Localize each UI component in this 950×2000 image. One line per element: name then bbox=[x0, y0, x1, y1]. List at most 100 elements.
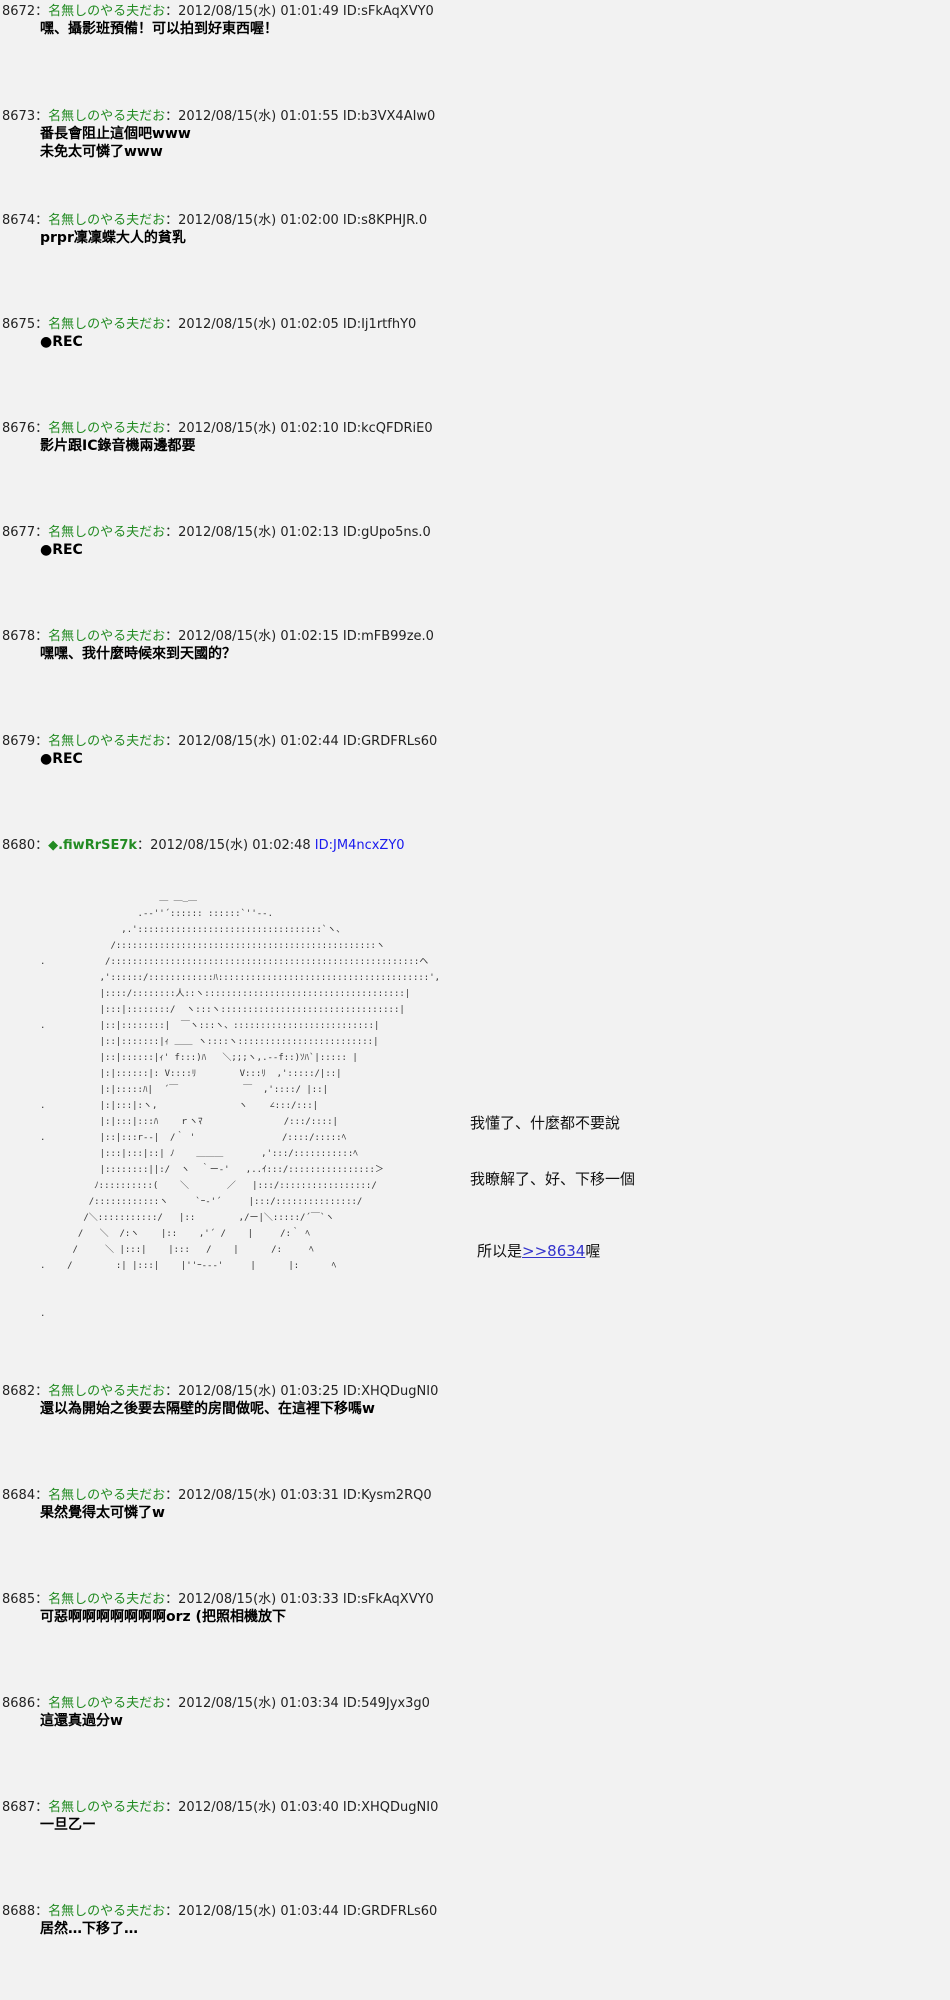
post-header: 8674：名無しのやる夫だお：2012/08/15(水) 01:02:00 ID… bbox=[2, 209, 427, 228]
poster-name[interactable]: 名無しのやる夫だお bbox=[48, 629, 165, 644]
poster-id[interactable]: ID:GRDFRLs60 bbox=[343, 734, 437, 749]
post-header: 8676：名無しのやる夫だお：2012/08/15(水) 01:02:10 ID… bbox=[2, 417, 433, 436]
post-separator: ： bbox=[165, 525, 179, 540]
post-number[interactable]: 8672 bbox=[2, 4, 35, 19]
post-number[interactable]: 8678 bbox=[2, 629, 35, 644]
poster-id[interactable]: ID:GRDFRLs60 bbox=[343, 1904, 437, 1919]
poster-name[interactable]: 名無しのやる夫だお bbox=[48, 213, 165, 228]
poster-name[interactable]: 名無しのやる夫だお bbox=[48, 109, 165, 124]
post-separator: ： bbox=[35, 1696, 49, 1711]
post-separator: ： bbox=[165, 1696, 179, 1711]
post-body: 可惡啊啊啊啊啊啊啊orz (把照相機放下 bbox=[40, 1609, 286, 1625]
post-number[interactable]: 8684 bbox=[2, 1488, 35, 1503]
post-separator: ： bbox=[165, 1488, 179, 1503]
post-separator: ： bbox=[35, 213, 49, 228]
post-datetime: 2012/08/15(水) 01:03:40 bbox=[178, 1800, 339, 1815]
post-datetime: 2012/08/15(水) 01:03:33 bbox=[178, 1592, 339, 1607]
post-datetime: 2012/08/15(水) 01:03:44 bbox=[178, 1904, 339, 1919]
post-body: 一旦乙ー bbox=[40, 1817, 96, 1833]
post-number[interactable]: 8686 bbox=[2, 1696, 35, 1711]
post-datetime: 2012/08/15(水) 01:02:00 bbox=[178, 213, 339, 228]
reply-anchor-link[interactable]: >>8634 bbox=[522, 1242, 585, 1260]
poster-name[interactable]: 名無しのやる夫だお bbox=[48, 734, 165, 749]
poster-name[interactable]: 名無しのやる夫だお bbox=[48, 1800, 165, 1815]
post-separator: ： bbox=[35, 1800, 49, 1815]
post-number[interactable]: 8676 bbox=[2, 421, 35, 436]
post-separator: ： bbox=[165, 734, 179, 749]
post-separator: ： bbox=[165, 213, 179, 228]
post-separator: ： bbox=[165, 421, 179, 436]
poster-id[interactable]: ID:b3VX4AIw0 bbox=[343, 109, 435, 124]
post-number[interactable]: 8677 bbox=[2, 525, 35, 540]
art-caption-3-prefix: 所以是 bbox=[477, 1242, 523, 1260]
poster-name[interactable]: 名無しのやる夫だお bbox=[48, 4, 165, 19]
post-separator: ： bbox=[35, 1592, 49, 1607]
post-datetime: 2012/08/15(水) 01:02:44 bbox=[178, 734, 339, 749]
poster-id[interactable]: ID:kcQFDRiE0 bbox=[343, 421, 433, 436]
poster-id[interactable]: ID:Kysm2RQ0 bbox=[343, 1488, 432, 1503]
poster-id[interactable]: ID:sFkAqXVY0 bbox=[343, 1592, 434, 1607]
post-datetime: 2012/08/15(水) 01:01:49 bbox=[178, 4, 339, 19]
poster-id[interactable]: ID:mFB99ze.0 bbox=[343, 629, 434, 644]
post-separator: ： bbox=[35, 838, 49, 853]
post-header: 8685：名無しのやる夫だお：2012/08/15(水) 01:03:33 ID… bbox=[2, 1588, 434, 1607]
post-body: 嘿、攝影班預備！可以拍到好東西喔！ bbox=[40, 21, 278, 37]
poster-name: ◆.fiwRrSE7k bbox=[48, 838, 138, 853]
poster-id[interactable]: ID:549Jyx3g0 bbox=[343, 1696, 430, 1711]
post-body: 居然…下移了… bbox=[40, 1921, 138, 1937]
poster-id[interactable]: ID:Ij1rtfhY0 bbox=[343, 317, 416, 332]
post-separator: ： bbox=[35, 421, 49, 436]
poster-name[interactable]: 名無しのやる夫だお bbox=[48, 1904, 165, 1919]
post-body: ●REC bbox=[40, 751, 83, 767]
post-separator: ： bbox=[35, 317, 49, 332]
post-separator: ： bbox=[35, 109, 49, 124]
post-number[interactable]: 8674 bbox=[2, 213, 35, 228]
post-header: 8677：名無しのやる夫だお：2012/08/15(水) 01:02:13 ID… bbox=[2, 521, 431, 540]
poster-id[interactable]: ID:XHQDugNI0 bbox=[343, 1800, 438, 1815]
poster-name[interactable]: 名無しのやる夫だお bbox=[48, 1592, 165, 1607]
art-caption-2: 我瞭解了、好、下移一個 bbox=[470, 1170, 636, 1188]
post-number[interactable]: 8680 bbox=[2, 838, 35, 853]
post-header: 8684：名無しのやる夫だお：2012/08/15(水) 01:03:31 ID… bbox=[2, 1484, 432, 1503]
post-number[interactable]: 8673 bbox=[2, 109, 35, 124]
post-separator: ： bbox=[165, 1592, 179, 1607]
post-number[interactable]: 8687 bbox=[2, 1800, 35, 1815]
post-number[interactable]: 8685 bbox=[2, 1592, 35, 1607]
post-separator: ： bbox=[165, 1904, 179, 1919]
art-caption-3: 所以是>>8634喔 bbox=[477, 1240, 600, 1261]
post-body: 番長會阻止這個吧www 未免太可憐了www bbox=[40, 126, 191, 160]
post-separator: ： bbox=[35, 734, 49, 749]
post-header: 8686：名無しのやる夫だお：2012/08/15(水) 01:03:34 ID… bbox=[2, 1692, 430, 1711]
post-body: 果然覺得太可憐了w bbox=[40, 1505, 165, 1521]
poster-id[interactable]: ID:sFkAqXVY0 bbox=[343, 4, 434, 19]
post-body: ●REC bbox=[40, 334, 83, 350]
poster-name[interactable]: 名無しのやる夫だお bbox=[48, 421, 165, 436]
post-separator: ： bbox=[137, 838, 151, 853]
poster-id[interactable]: ID:gUpo5ns.0 bbox=[343, 525, 431, 540]
post-body: 這還真過分w bbox=[40, 1713, 123, 1729]
poster-name[interactable]: 名無しのやる夫だお bbox=[48, 1488, 165, 1503]
poster-name[interactable]: 名無しのやる夫だお bbox=[48, 1696, 165, 1711]
post-number[interactable]: 8675 bbox=[2, 317, 35, 332]
art-caption-3-suffix: 喔 bbox=[585, 1242, 601, 1260]
post-separator: ： bbox=[35, 4, 49, 19]
poster-id[interactable]: ID:JM4ncxZY0 bbox=[315, 838, 405, 853]
post-datetime: 2012/08/15(水) 01:03:34 bbox=[178, 1696, 339, 1711]
post-header: 8673：名無しのやる夫だお：2012/08/15(水) 01:01:55 ID… bbox=[2, 105, 435, 124]
post-separator: ： bbox=[35, 525, 49, 540]
post-datetime: 2012/08/15(水) 01:02:48 bbox=[150, 838, 311, 853]
post-separator: ： bbox=[165, 4, 179, 19]
post-number[interactable]: 8679 bbox=[2, 734, 35, 749]
post-body: prpr凜凜蝶大人的貧乳 bbox=[40, 230, 186, 246]
post-separator: ： bbox=[165, 109, 179, 124]
poster-id[interactable]: ID:s8KPHJR.0 bbox=[343, 213, 427, 228]
post-datetime: 2012/08/15(水) 01:01:55 bbox=[178, 109, 339, 124]
post-body: ●REC bbox=[40, 542, 83, 558]
poster-name[interactable]: 名無しのやる夫だお bbox=[48, 317, 165, 332]
post-header: 8678：名無しのやる夫だお：2012/08/15(水) 01:02:15 ID… bbox=[2, 625, 434, 644]
poster-name[interactable]: 名無しのやる夫だお bbox=[48, 525, 165, 540]
post-number[interactable]: 8688 bbox=[2, 1904, 35, 1919]
post-header: 8687：名無しのやる夫だお：2012/08/15(水) 01:03:40 ID… bbox=[2, 1796, 438, 1815]
ascii-art-post: ＿ ＿_＿ .-‐''´:::::: ::::::`''‐-. ,.':::::… bbox=[0, 890, 950, 1450]
ascii-art: ＿ ＿_＿ .-‐''´:::::: ::::::`''‐-. ,.':::::… bbox=[40, 893, 441, 1319]
